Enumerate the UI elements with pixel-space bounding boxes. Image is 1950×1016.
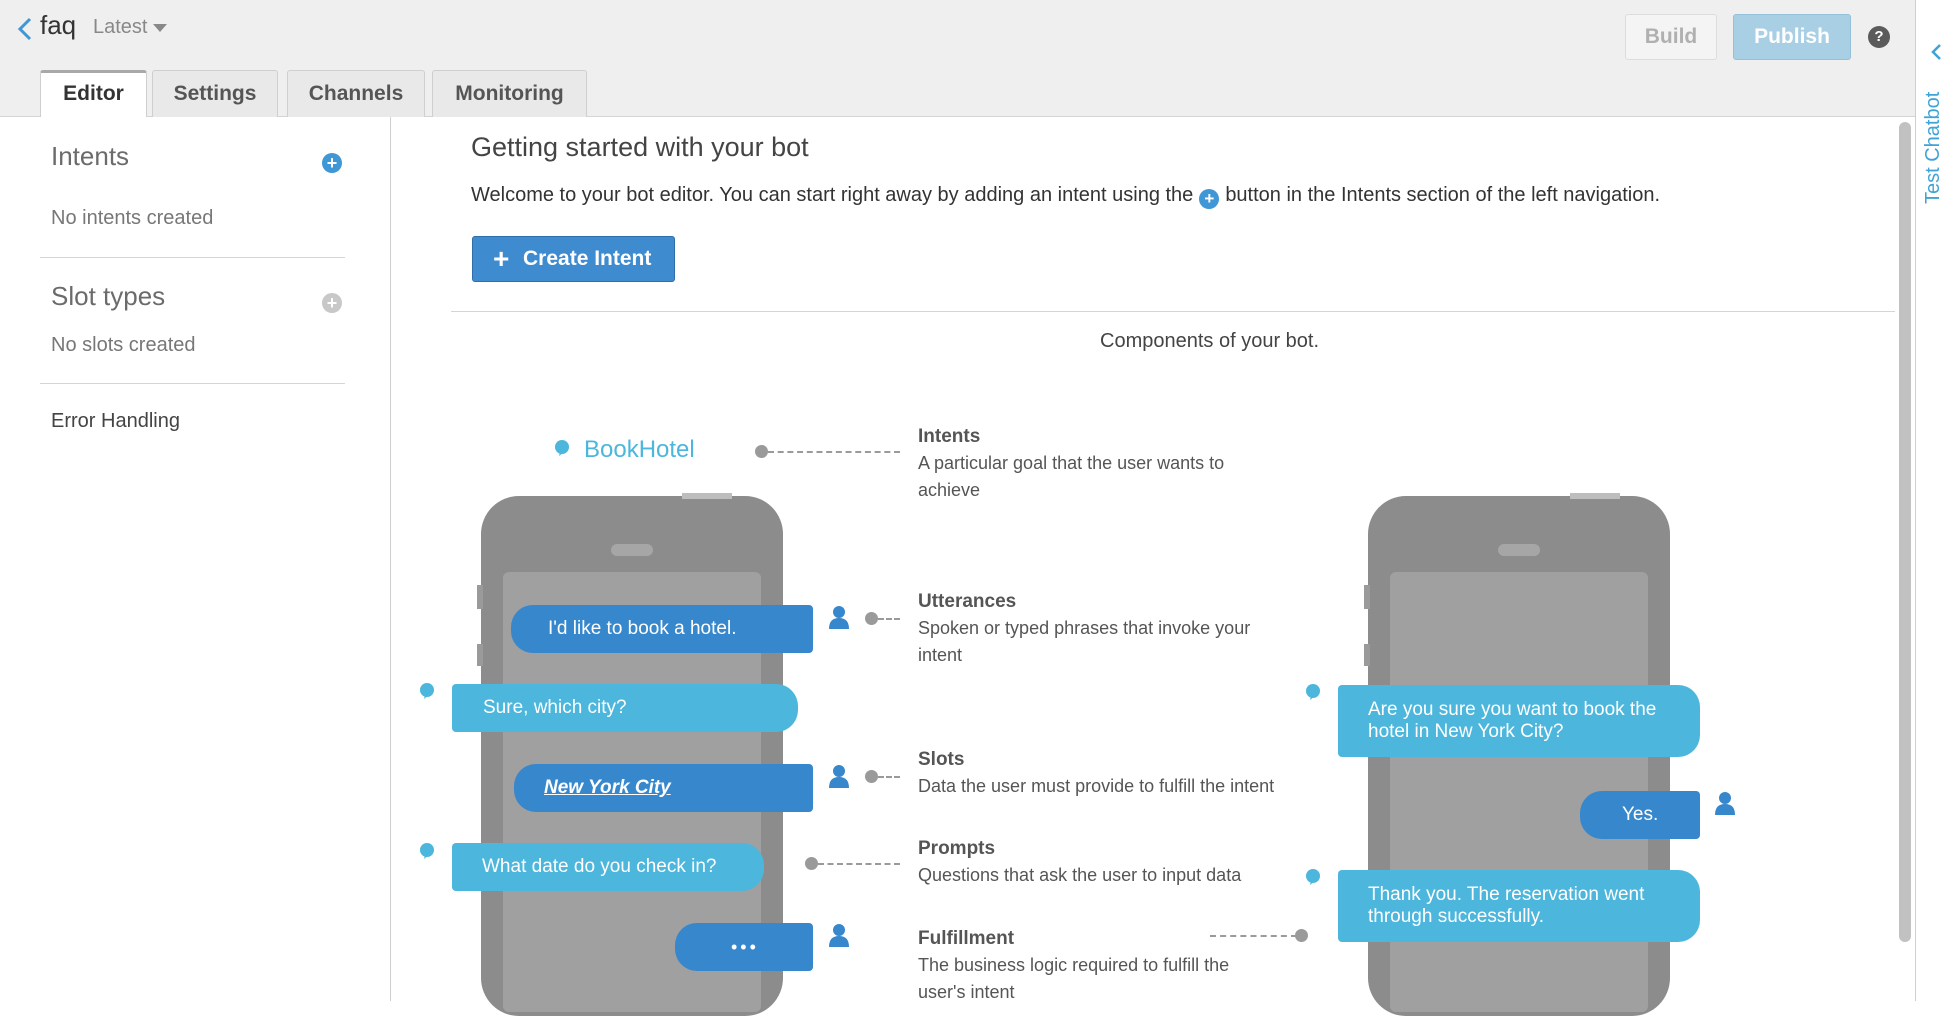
tab-channels[interactable]: Channels <box>287 70 425 117</box>
tab-settings[interactable]: Settings <box>152 70 278 117</box>
phone-side-button <box>1364 585 1370 609</box>
chevron-left-icon[interactable] <box>1930 42 1944 62</box>
add-intent-icon[interactable]: + <box>322 153 342 173</box>
phone-top-button <box>682 493 732 499</box>
label-fulfillment-title: Fulfillment <box>918 928 1015 949</box>
divider <box>40 383 345 384</box>
phone-side-button <box>477 644 483 666</box>
label-slots-desc: Data the user must provide to fulfill th… <box>918 776 1275 796</box>
help-icon[interactable]: ? <box>1868 26 1890 48</box>
divider <box>451 311 1896 312</box>
label-prompts-title: Prompts <box>918 838 996 859</box>
phone-speaker <box>611 544 653 556</box>
add-slot-type-icon[interactable]: + <box>322 293 342 313</box>
phone-side-button <box>477 585 483 609</box>
user-confirm-bubble: Yes. <box>1580 791 1700 839</box>
phone-side-button <box>1364 644 1370 666</box>
connector-dot <box>1295 929 1308 942</box>
connector-dot <box>755 445 768 458</box>
connector-line <box>878 776 900 778</box>
label-intents-desc: A particular goal that the user wants to… <box>918 453 1225 500</box>
speech-bubble-icon <box>420 683 434 699</box>
left-navigation: Intents + No intents created Slot types … <box>0 117 391 1001</box>
publish-button[interactable]: Publish <box>1733 14 1851 60</box>
version-dropdown[interactable]: Latest <box>93 16 168 39</box>
user-icon <box>829 765 849 788</box>
label-slots-title: Slots <box>918 749 965 770</box>
slots-empty-text: No slots created <box>51 334 196 356</box>
intents-heading: Intents <box>51 141 130 171</box>
bot-prompt-bubble: What date do you check in? <box>452 843 764 891</box>
caret-down-icon <box>153 23 168 32</box>
top-header: faq Latest Build Publish ? Editor Settin… <box>0 0 1915 118</box>
bot-name: faq <box>40 10 77 40</box>
user-icon <box>829 924 849 947</box>
connector-line <box>768 451 900 453</box>
welcome-text-start: Welcome to your bot editor. You can star… <box>471 184 1194 206</box>
typing-indicator-bubble: ••• <box>675 923 813 971</box>
label-utterances-title: Utterances <box>918 591 1017 612</box>
slot-value-bubble: New York City <box>514 764 813 812</box>
bot-confirmation-bubble: Are you sure you want to book the hotel … <box>1338 685 1700 757</box>
bot-fulfillment-bubble: Thank you. The reservation went through … <box>1338 870 1700 942</box>
user-icon <box>1715 792 1735 815</box>
connector-line <box>1210 935 1297 937</box>
page-title: Getting started with your bot <box>471 132 809 162</box>
phone-speaker <box>1498 544 1540 556</box>
connector-dot <box>865 612 878 625</box>
connector-line <box>878 618 900 620</box>
label-intents-title: Intents <box>918 426 981 447</box>
intents-empty-text: No intents created <box>51 207 214 229</box>
welcome-text: Welcome to your bot editor. You can star… <box>471 184 1660 209</box>
back-chevron-icon[interactable] <box>14 14 38 44</box>
label-utterances-desc: Spoken or typed phrases that invoke your… <box>918 618 1251 665</box>
test-chatbot-label[interactable]: Test Chatbot <box>1918 82 1948 222</box>
label-prompts-desc: Questions that ask the user to input dat… <box>918 865 1242 885</box>
phone-top-button <box>1570 493 1620 499</box>
create-intent-button[interactable]: + Create Intent <box>472 236 675 282</box>
connector-dot <box>805 857 818 870</box>
test-chatbot-text: Test Chatbot <box>1922 91 1944 204</box>
label-fulfillment-desc: The business logic required to fulfill t… <box>918 955 1230 1002</box>
add-circle-icon: + <box>1199 189 1220 209</box>
speech-bubble-icon <box>555 440 569 456</box>
speech-bubble-icon <box>1306 684 1320 700</box>
slot-types-heading: Slot types <box>51 281 166 311</box>
speech-bubble-icon <box>420 843 434 859</box>
connector-dot <box>865 770 878 783</box>
tab-monitoring[interactable]: Monitoring <box>432 70 587 117</box>
version-label: Latest <box>93 16 148 38</box>
bot-prompt-bubble: Sure, which city? <box>452 684 798 732</box>
user-icon <box>829 606 849 629</box>
create-intent-label: Create Intent <box>523 247 652 270</box>
user-utterance-bubble: I'd like to book a hotel. <box>511 605 813 653</box>
connector-line <box>818 863 900 865</box>
scrollbar-thumb[interactable] <box>1899 122 1911 942</box>
components-title: Components of your bot. <box>1100 330 1320 352</box>
intent-example-name: BookHotel <box>584 436 695 463</box>
error-handling-link[interactable]: Error Handling <box>51 410 180 433</box>
divider <box>40 257 345 258</box>
plus-icon: + <box>493 243 510 274</box>
tab-editor[interactable]: Editor <box>40 70 147 118</box>
build-button[interactable]: Build <box>1625 14 1717 60</box>
welcome-text-end: button in the Intents section of the lef… <box>1225 184 1661 206</box>
